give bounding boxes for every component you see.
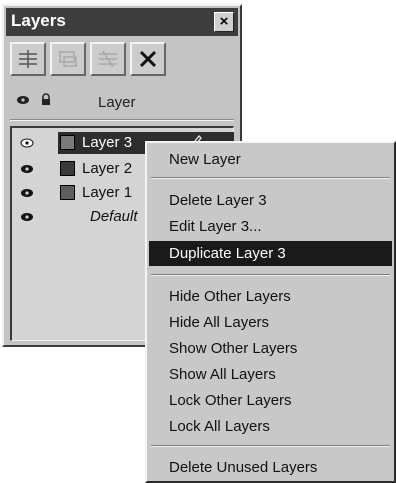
eye-icon[interactable]: [20, 212, 34, 222]
menu-item-hide-all-layers[interactable]: Hide All Layers: [149, 310, 392, 335]
eye-icon[interactable]: [20, 164, 34, 174]
delete-layer-button[interactable]: [130, 42, 166, 76]
menu-item-lock-all-layers[interactable]: Lock All Layers: [149, 414, 392, 439]
close-icon: ×: [219, 13, 229, 30]
menu-item-label: Lock Other Layers: [169, 392, 292, 409]
menu-separator: [151, 445, 390, 447]
menu-item-lock-other-layers[interactable]: Lock Other Layers: [149, 388, 392, 413]
layer-list-header: Layer: [10, 90, 234, 114]
layer-color-swatch[interactable]: [60, 185, 75, 200]
menu-item-show-other-layers[interactable]: Show Other Layers: [149, 336, 392, 361]
menu-item-label: Edit Layer 3...: [169, 218, 262, 235]
menu-item-label: Delete Layer 3: [169, 192, 267, 209]
menu-item-label: Lock All Layers: [169, 418, 270, 435]
layer-context-menu: New Layer Delete Layer 3 Edit Layer 3...…: [145, 141, 396, 483]
merge-layer-icon: [99, 50, 117, 68]
panel-title: Layers: [11, 11, 66, 30]
menu-item-label: Duplicate Layer 3: [169, 245, 286, 262]
layer-column-label: Layer: [98, 94, 136, 111]
menu-item-label: Show All Layers: [169, 366, 276, 383]
eye-icon[interactable]: [20, 138, 34, 148]
layer-name: Layer 1: [82, 184, 133, 201]
menu-item-hide-other-layers[interactable]: Hide Other Layers: [149, 284, 392, 309]
eye-icon: [17, 96, 29, 104]
layer-name: Layer 3: [82, 134, 133, 151]
header-divider: [10, 119, 234, 121]
menu-item-duplicate-layer[interactable]: Duplicate Layer 3: [149, 241, 392, 266]
move-layer-icon: [59, 51, 77, 67]
eye-icon[interactable]: [20, 188, 34, 198]
layer-color-swatch[interactable]: [60, 161, 75, 176]
menu-item-label: Hide Other Layers: [169, 288, 291, 305]
menu-item-label: Delete Unused Layers: [169, 459, 318, 476]
menu-item-edit-layer[interactable]: Edit Layer 3...: [149, 214, 392, 239]
move-layer-button[interactable]: [50, 42, 86, 76]
menu-item-new-layer[interactable]: New Layer: [149, 147, 392, 172]
panel-titlebar[interactable]: Layers ×: [6, 8, 238, 36]
menu-item-label: Hide All Layers: [169, 314, 270, 331]
layer-name: Layer 2: [82, 160, 133, 177]
lock-icon: [42, 93, 50, 105]
merge-layer-button[interactable]: [90, 42, 126, 76]
layer-color-swatch[interactable]: [60, 135, 75, 150]
layer-name: Default: [90, 208, 138, 225]
menu-separator: [151, 177, 390, 179]
new-layer-button[interactable]: [10, 42, 46, 76]
menu-item-delete-unused-layers[interactable]: Delete Unused Layers: [149, 455, 392, 480]
menu-separator: [151, 274, 390, 276]
menu-item-label: Show Other Layers: [169, 340, 298, 357]
menu-item-show-all-layers[interactable]: Show All Layers: [149, 362, 392, 387]
menu-item-label: New Layer: [169, 151, 241, 168]
delete-layer-icon: [139, 50, 157, 68]
menu-item-delete-layer[interactable]: Delete Layer 3: [149, 188, 392, 213]
new-layer-icon: [19, 50, 37, 68]
close-button[interactable]: ×: [214, 12, 234, 32]
